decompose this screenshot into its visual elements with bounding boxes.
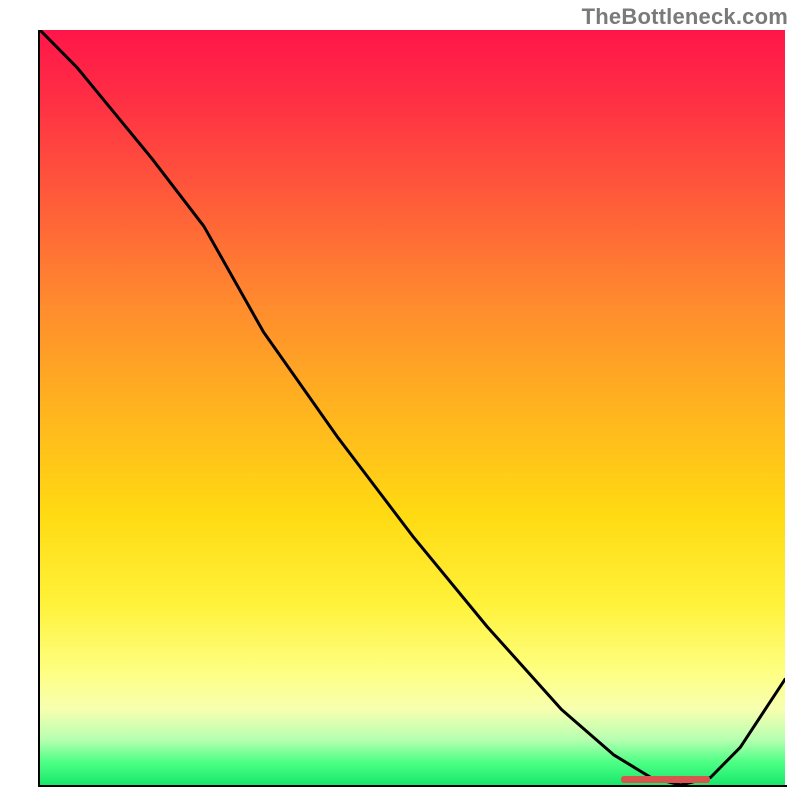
optimal-range-marker — [621, 776, 710, 783]
plot-area — [40, 30, 785, 785]
watermark-text: TheBottleneck.com — [582, 4, 788, 30]
bottleneck-curve — [40, 30, 785, 785]
x-axis — [38, 785, 787, 787]
chart-frame: TheBottleneck.com — [0, 0, 800, 800]
